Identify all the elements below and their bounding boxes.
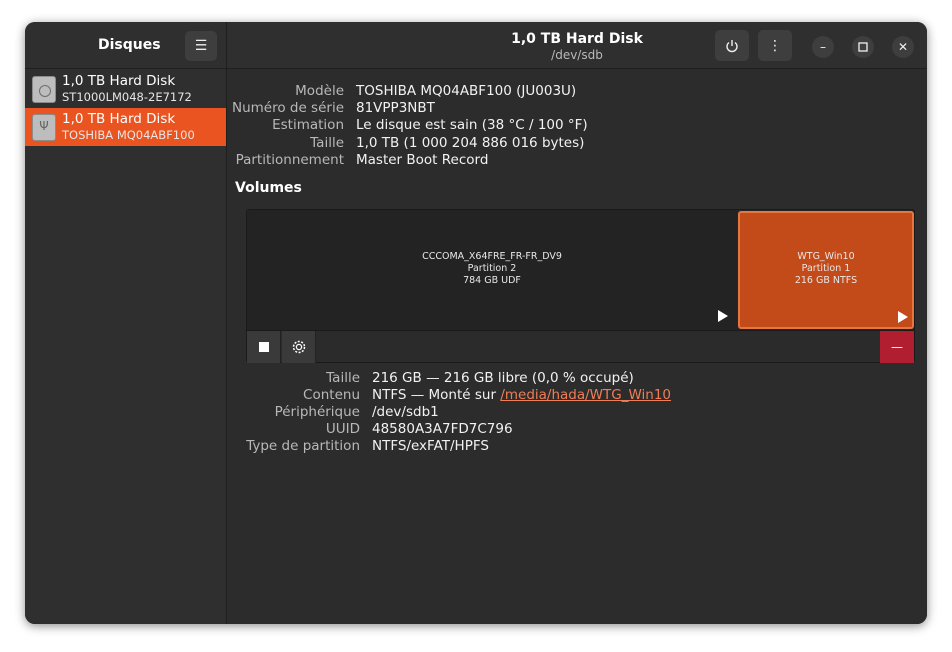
disk-model: ST1000LM048-2E7172	[62, 90, 192, 104]
pinfo-row-content: Contenu NTFS — Monté sur /media/hada/WTG…	[227, 387, 927, 404]
uuid-value: 48580A3A7FD7C796	[372, 421, 513, 437]
delete-partition-button[interactable]: —	[880, 331, 914, 363]
volume-toolbar: —	[247, 330, 914, 363]
psize-label: Taille	[326, 370, 360, 386]
pinfo-row-size: Taille 216 GB — 216 GB libre (0,0 % occu…	[227, 370, 927, 387]
drive-menu-button[interactable]: ⋮	[758, 30, 792, 61]
sidebar-title: Disques	[98, 37, 161, 53]
info-row-model: Modèle TOSHIBA MQ04ABF100 (JU003U)	[227, 83, 927, 100]
partition-number: Partition 1	[801, 263, 851, 274]
power-off-button[interactable]	[715, 30, 749, 61]
type-value: NTFS/exFAT/HPFS	[372, 438, 489, 454]
close-button[interactable]: ✕	[892, 36, 914, 58]
serial-value: 81VPP3NBT	[356, 100, 435, 116]
stop-icon	[258, 342, 269, 352]
close-icon: ✕	[897, 40, 909, 54]
minimize-button[interactable]: –	[812, 36, 834, 58]
partition-number: Partition 2	[467, 263, 517, 274]
partition-block-2[interactable]: CCCOMA_X64FRE_FR-FR_DV9 Partition 2 784 …	[247, 210, 737, 330]
header-bar: 1,0 TB Hard Disk /dev/sdb ⋮ – ✕	[227, 22, 927, 69]
info-row-size: Taille 1,0 TB (1 000 204 886 016 bytes)	[227, 135, 927, 152]
partition-name: CCCOMA_X64FRE_FR-FR_DV9	[422, 251, 562, 262]
sidebar: Disques ☰ 1,0 TB Hard Disk ST1000LM048-2…	[25, 22, 227, 624]
content-prefix: NTFS — Monté sur	[372, 387, 501, 403]
disk-item-1[interactable]: 1,0 TB Hard Disk ST1000LM048-2E7172	[25, 70, 226, 108]
volumes-map: CCCOMA_X64FRE_FR-FR_DV9 Partition 2 784 …	[246, 209, 915, 363]
mount-point-link[interactable]: /media/hada/WTG_Win10	[500, 387, 671, 403]
partitioning-label: Partitionnement	[235, 152, 344, 168]
sidebar-header: Disques ☰	[25, 22, 226, 69]
unmount-button[interactable]	[247, 331, 281, 363]
info-row-assessment: Estimation Le disque est sain (38 °C / 1…	[227, 117, 927, 134]
model-label: Modèle	[295, 83, 344, 99]
assessment-value: Le disque est sain (38 °C / 100 °F)	[356, 117, 588, 133]
gear-icon	[292, 340, 305, 354]
partition-block-1[interactable]: WTG_Win10 Partition 1 216 GB NTFS	[738, 211, 914, 329]
minimize-icon: –	[820, 40, 826, 54]
disk-model: TOSHIBA MQ04ABF100	[62, 128, 195, 142]
disk-name: 1,0 TB Hard Disk	[62, 73, 176, 89]
hamburger-icon: ☰	[194, 38, 208, 54]
pinfo-row-device: Périphérique /dev/sdb1	[227, 404, 927, 421]
partition-name: WTG_Win10	[797, 251, 855, 262]
assessment-label: Estimation	[272, 117, 344, 133]
minus-icon: —	[891, 340, 903, 354]
maximize-button[interactable]	[852, 36, 874, 58]
content-label: Contenu	[303, 387, 360, 403]
harddisk-icon	[32, 76, 56, 103]
mount-play-icon[interactable]	[718, 310, 728, 322]
device-value: /dev/sdb1	[372, 404, 439, 420]
size-label: Taille	[310, 135, 344, 151]
partitioning-value: Master Boot Record	[356, 152, 489, 168]
main-panel: 1,0 TB Hard Disk /dev/sdb ⋮ – ✕ Modèle T…	[227, 22, 927, 624]
partition-size: 784 GB UDF	[463, 275, 521, 286]
partition-settings-button[interactable]	[282, 331, 316, 363]
disk-item-2[interactable]: Ψ 1,0 TB Hard Disk TOSHIBA MQ04ABF100	[25, 108, 226, 146]
info-row-serial: Numéro de série 81VPP3NBT	[227, 100, 927, 117]
device-label: Périphérique	[274, 404, 360, 420]
serial-label: Numéro de série	[231, 100, 344, 116]
size-value: 1,0 TB (1 000 204 886 016 bytes)	[356, 135, 585, 151]
pinfo-row-uuid: UUID 48580A3A7FD7C796	[227, 421, 927, 438]
model-value: TOSHIBA MQ04ABF100 (JU003U)	[356, 83, 577, 99]
psize-value: 216 GB — 216 GB libre (0,0 % occupé)	[372, 370, 634, 386]
info-row-partitioning: Partitionnement Master Boot Record	[227, 152, 927, 169]
power-icon	[726, 39, 738, 52]
maximize-icon	[858, 42, 868, 52]
partition-size: 216 GB NTFS	[794, 275, 858, 286]
uuid-label: UUID	[325, 421, 360, 437]
mount-play-icon[interactable]	[898, 311, 908, 323]
volumes-heading: Volumes	[235, 180, 302, 196]
pinfo-row-type: Type de partition NTFS/exFAT/HPFS	[227, 438, 927, 455]
main-menu-button[interactable]: ☰	[185, 31, 217, 61]
usb-disk-icon: Ψ	[32, 114, 56, 141]
disk-name: 1,0 TB Hard Disk	[62, 111, 176, 127]
disks-window: Disques ☰ 1,0 TB Hard Disk ST1000LM048-2…	[25, 22, 927, 624]
kebab-menu-icon: ⋮	[768, 37, 782, 54]
type-label: Type de partition	[246, 438, 360, 454]
